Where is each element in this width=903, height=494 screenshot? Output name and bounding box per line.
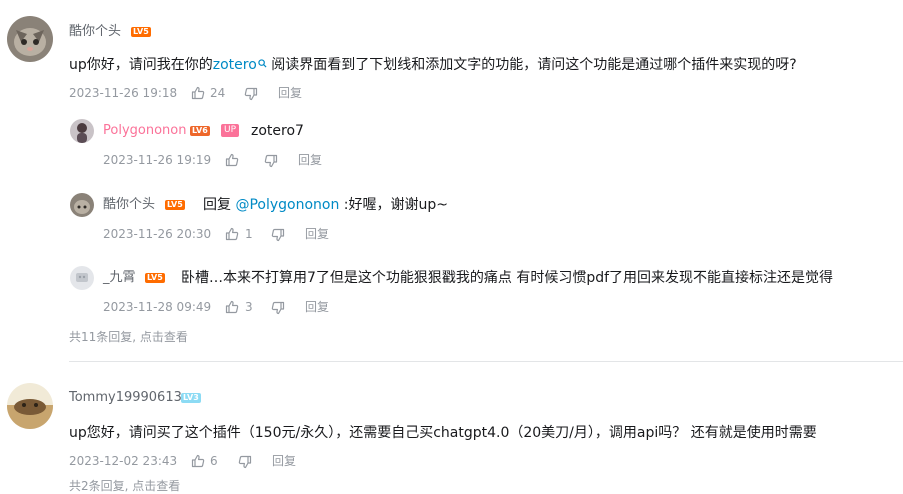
reply-content: zotero7 <box>251 123 304 139</box>
thumb-down-icon[interactable] <box>271 228 285 242</box>
comment-time: 2023-12-02 23:43 <box>69 454 178 468</box>
divider <box>69 361 903 362</box>
level-badge: LV6 <box>190 126 210 136</box>
reply-button[interactable]: 回复 <box>305 226 329 242</box>
comment-content: up您好，请问买了这个插件（150元/永久），还需要自己买chatgpt4.0（… <box>69 425 817 441</box>
view-more-replies[interactable]: 共2条回复, 点击查看 <box>69 478 180 494</box>
thumb-down-icon[interactable] <box>264 154 278 168</box>
avatar[interactable] <box>7 383 53 429</box>
keyword-link-text: zotero <box>212 57 257 73</box>
search-icon <box>258 59 267 68</box>
reply-time: 2023-11-28 09:49 <box>103 300 212 314</box>
reply-text: :好喔，谢谢up~ <box>339 197 449 213</box>
thumb-down-icon[interactable] <box>271 301 285 315</box>
comment-content: up你好，请问我在你的zotero 阅读界面看到了下划线和添加文字的功能，请问这… <box>69 55 797 75</box>
thumb-up-icon[interactable] <box>225 300 239 314</box>
username[interactable]: 酷你个头 <box>69 24 121 40</box>
level-badge: LV3 <box>181 393 201 403</box>
avatar[interactable] <box>70 119 94 143</box>
thumb-up-icon[interactable] <box>191 454 205 468</box>
thumb-up-icon[interactable] <box>225 227 239 241</box>
reply-button[interactable]: 回复 <box>298 152 322 168</box>
mention-link[interactable]: @Polygononon <box>235 197 339 213</box>
keyword-link[interactable]: zotero <box>213 57 267 73</box>
avatar[interactable] <box>70 193 94 217</box>
username[interactable]: Polygononon <box>103 123 186 139</box>
username[interactable]: 酷你个头 <box>103 197 155 213</box>
avatar[interactable] <box>7 16 53 62</box>
comment-time: 2023-11-26 19:18 <box>69 86 178 100</box>
reply-content: 回复 @Polygononon :好喔，谢谢up~ <box>203 195 448 215</box>
thumb-down-icon[interactable] <box>238 455 252 469</box>
comment-text-rest: 阅读界面看到了下划线和添加文字的功能，请问这个功能是通过哪个插件来实现的呀? <box>266 57 797 73</box>
up-badge: UP <box>221 124 240 137</box>
like-count: 1 <box>245 227 253 241</box>
reply-button[interactable]: 回复 <box>272 453 296 469</box>
username[interactable]: _九霄 <box>103 270 136 286</box>
reply-time: 2023-11-26 20:30 <box>103 227 212 241</box>
reply-button[interactable]: 回复 <box>305 299 329 315</box>
comment-text: up你好，请问我在你的 <box>69 57 213 73</box>
username[interactable]: Tommy19990613 <box>69 390 182 406</box>
level-badge: LV5 <box>165 200 185 210</box>
thumb-down-icon[interactable] <box>244 87 258 101</box>
avatar[interactable] <box>70 266 94 290</box>
reply-prefix: 回复 <box>203 197 236 213</box>
like-count: 6 <box>210 454 218 468</box>
reply-content: 卧槽…本来不打算用7了但是这个功能狠狠戳我的痛点 有时候习惯pdf了用回来发现不… <box>181 270 834 286</box>
level-badge: LV5 <box>145 273 165 283</box>
level-badge: LV5 <box>131 27 151 37</box>
view-more-replies[interactable]: 共11条回复, 点击查看 <box>69 329 188 345</box>
thumb-up-icon[interactable] <box>191 86 205 100</box>
like-count: 24 <box>210 86 226 100</box>
thumb-up-icon[interactable] <box>225 153 239 167</box>
reply-time: 2023-11-26 19:19 <box>103 153 212 167</box>
reply-button[interactable]: 回复 <box>278 85 302 101</box>
like-count: 3 <box>245 300 253 314</box>
